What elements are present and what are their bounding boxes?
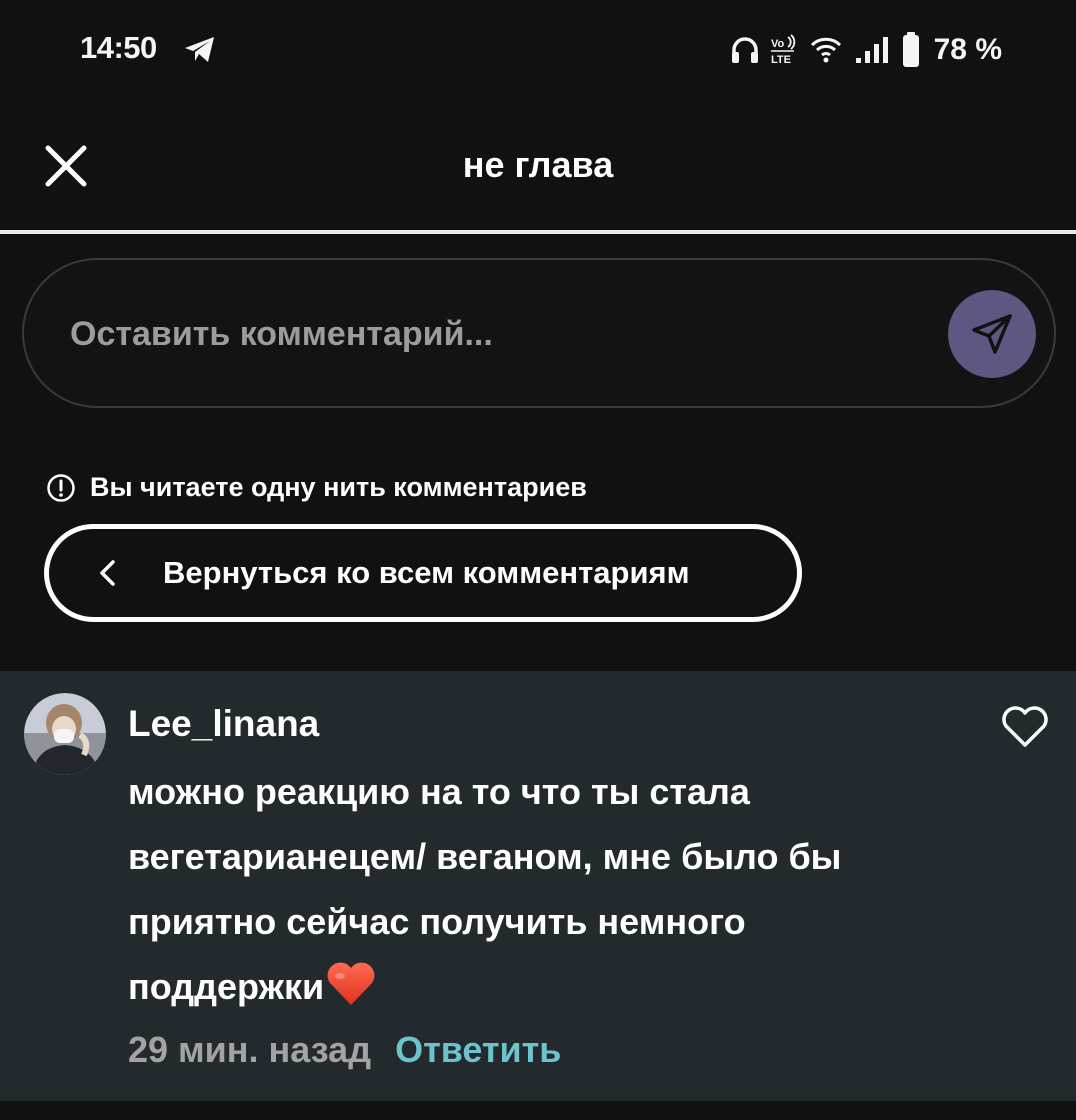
- comment-line: можно реакцию на то что ты стала: [128, 771, 750, 812]
- chevron-left-icon: [100, 560, 115, 586]
- comment-timestamp: 29 мин. назад: [128, 1029, 372, 1070]
- volte-icon: Vo LTE: [770, 34, 795, 66]
- thread-notice: Вы читаете одну нить комментариев: [46, 472, 587, 503]
- headphones-icon: [731, 37, 758, 63]
- avatar[interactable]: [24, 693, 106, 775]
- wifi-icon: [810, 37, 841, 63]
- heart-outline-icon[interactable]: [1000, 705, 1050, 749]
- header-bar: не глава: [0, 100, 1076, 231]
- thread-notice-text: Вы читаете одну нить комментариев: [90, 472, 587, 502]
- comment-input[interactable]: [68, 300, 892, 368]
- comment-line: приятно сейчас получить немного: [128, 901, 746, 942]
- signal-icon: [855, 37, 888, 63]
- send-icon: [972, 314, 1012, 354]
- comment-input-container: [22, 258, 1056, 408]
- svg-text:LTE: LTE: [771, 54, 791, 66]
- info-icon: [47, 473, 75, 502]
- back-button-label: Вернуться ко всем комментариям: [163, 555, 690, 590]
- comment-username[interactable]: Lee_linana: [128, 703, 319, 745]
- comment-meta: 29 мин. назад Ответить: [128, 1029, 561, 1071]
- battery-icon: [902, 32, 919, 67]
- comment-card: Lee_linana можно реакцию на то что ты ст…: [0, 671, 1076, 1101]
- bottom-strip: [0, 1101, 1076, 1120]
- send-button[interactable]: [948, 290, 1036, 378]
- battery-percent: 78 %: [933, 33, 1002, 66]
- status-time: 14:50: [80, 30, 157, 65]
- telegram-icon: [185, 37, 214, 62]
- comment-line: поддержки: [128, 966, 325, 1007]
- comment-text: можно реакцию на то что ты стала вегетари…: [128, 759, 1008, 1019]
- header-divider: [0, 230, 1076, 234]
- back-to-all-comments-button[interactable]: Вернуться ко всем комментариям: [44, 524, 802, 622]
- status-icons: Vo LTE 78 %: [730, 28, 1002, 72]
- status-bar: 14:50 Vo LTE 78 %: [0, 0, 1076, 100]
- svg-text:Vo: Vo: [771, 38, 785, 50]
- reply-button[interactable]: Ответить: [395, 1029, 561, 1071]
- heart-emoji: [327, 962, 375, 1005]
- page-title: не глава: [462, 144, 614, 185]
- comment-line: вегетарианецем/ веганом, мне было бы: [128, 836, 842, 877]
